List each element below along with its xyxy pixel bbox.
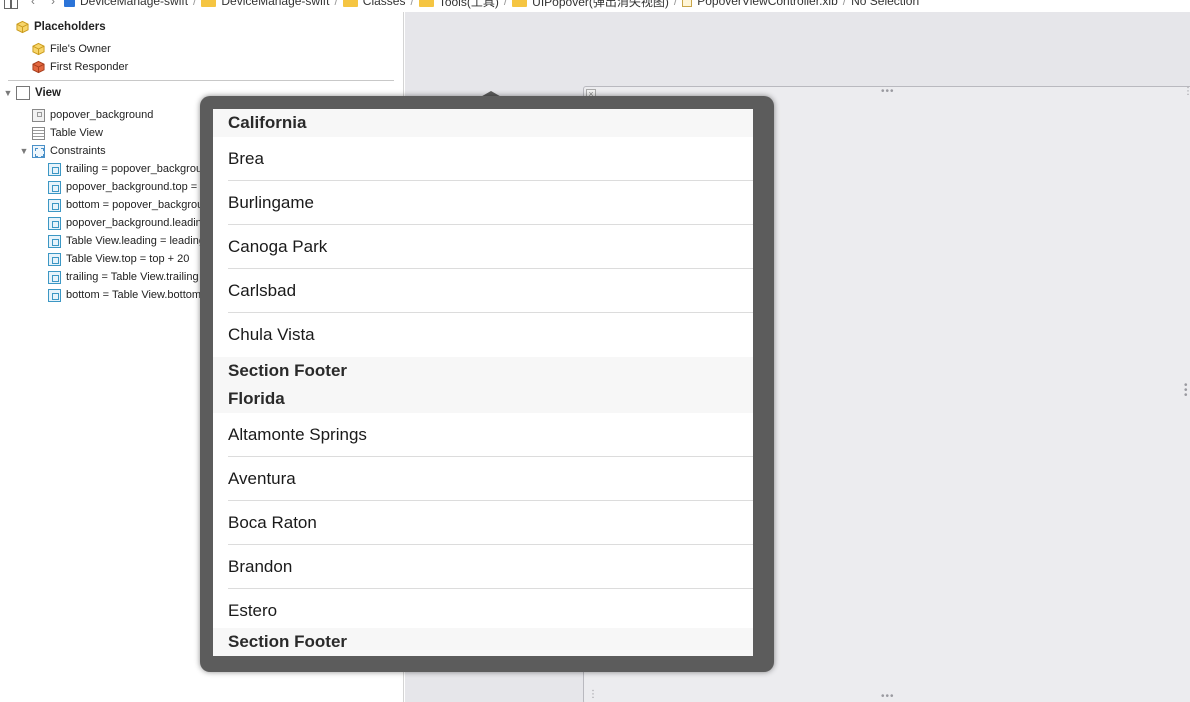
table-row[interactable]: Altamonte Springs xyxy=(213,413,753,457)
section-footer: Section Footer xyxy=(213,357,753,385)
outline-item-constraints[interactable]: ▼ Constraints xyxy=(19,142,106,160)
constraint-icon xyxy=(48,198,61,212)
outline-divider xyxy=(8,80,394,81)
table-row[interactable]: Boca Raton xyxy=(213,501,753,545)
placeholder-cube-icon xyxy=(16,20,29,34)
breadcrumb-separator: / xyxy=(193,0,197,8)
constraints-icon xyxy=(32,144,45,158)
disclosure-triangle-icon[interactable]: ▼ xyxy=(3,88,13,98)
back-arrow-icon[interactable]: ‹ xyxy=(31,0,35,8)
breadcrumb-item-group[interactable]: DeviceManage-swift xyxy=(201,0,329,8)
section-footer: Section Footer xyxy=(213,628,753,656)
xib-file-icon xyxy=(682,0,693,7)
breadcrumb-separator: / xyxy=(673,0,678,8)
resize-handle-right-icon[interactable]: • • • xyxy=(1184,381,1188,401)
breadcrumb-item-selection[interactable]: No Selection xyxy=(851,0,919,8)
jump-bar: ‹ › DeviceManage-swift / DeviceManage-sw… xyxy=(0,0,1190,12)
image-view-icon xyxy=(32,108,45,122)
section-header: Florida xyxy=(213,385,753,413)
table-row[interactable]: Brandon xyxy=(213,545,753,589)
constraint-icon xyxy=(48,162,61,176)
related-items-icon[interactable] xyxy=(4,0,18,9)
breadcrumb-item-uipopover[interactable]: UIPopover(弹出消失视图) xyxy=(512,0,669,10)
table-row[interactable]: Estero xyxy=(213,589,753,633)
breadcrumb-separator: / xyxy=(334,0,338,8)
outline-item-files-owner[interactable]: File's Owner xyxy=(32,40,111,58)
view-icon xyxy=(16,86,30,100)
breadcrumb-item-tools[interactable]: Tools(工具) xyxy=(418,0,499,10)
table-view-icon xyxy=(32,126,45,140)
constraint-icon xyxy=(48,216,61,230)
outline-item-first-responder[interactable]: First Responder xyxy=(32,58,128,76)
breadcrumb-item-classes[interactable]: Classes xyxy=(342,0,405,8)
folder-icon xyxy=(512,0,528,7)
files-owner-cube-icon xyxy=(32,42,45,56)
table-row[interactable]: Brea xyxy=(213,137,753,181)
outline-constraint-item[interactable]: popover_background.top = top xyxy=(48,178,216,196)
breadcrumb-separator: / xyxy=(410,0,414,8)
outline-constraint-item[interactable]: Table View.top = top + 20 xyxy=(48,250,189,268)
outline-item-table-view[interactable]: Table View xyxy=(32,124,103,142)
constraint-icon xyxy=(48,252,61,266)
breadcrumb-separator: / xyxy=(842,0,847,8)
project-icon xyxy=(64,0,75,7)
folder-icon xyxy=(342,0,358,7)
breadcrumb-item-file[interactable]: PopoverViewController.xib xyxy=(682,0,838,8)
constraint-icon xyxy=(48,288,61,302)
folder-icon xyxy=(201,0,217,7)
resize-handle-corner-icon[interactable]: ⋮ xyxy=(588,690,599,700)
outline-placeholders-header[interactable]: Placeholders xyxy=(16,18,106,36)
resize-handle-corner-icon[interactable]: ⋮ xyxy=(1183,87,1190,97)
resize-handle-bottom-icon[interactable]: ••• xyxy=(881,692,895,702)
table-row[interactable]: Aventura xyxy=(213,457,753,501)
forward-arrow-icon[interactable]: › xyxy=(51,0,55,8)
constraint-icon xyxy=(48,234,61,248)
table-row[interactable]: Canoga Park xyxy=(213,225,753,269)
table-view[interactable]: California Brea Burlingame Canoga Park C… xyxy=(213,109,753,656)
breadcrumb-separator: / xyxy=(503,0,508,8)
folder-icon xyxy=(418,0,434,7)
section-header: California xyxy=(213,109,753,137)
table-row[interactable]: Burlingame xyxy=(213,181,753,225)
disclosure-triangle-icon[interactable]: ▼ xyxy=(19,146,29,156)
constraint-icon xyxy=(48,180,61,194)
breadcrumb-item-project[interactable]: DeviceManage-swift xyxy=(64,0,188,8)
outline-constraint-item[interactable]: trailing = Table View.trailing + 20 xyxy=(48,268,223,286)
table-row[interactable]: Carlsbad xyxy=(213,269,753,313)
outline-item-popover-background[interactable]: popover_background xyxy=(32,106,153,124)
outline-item-view[interactable]: ▼ View xyxy=(3,84,61,102)
first-responder-cube-icon xyxy=(32,60,45,74)
resize-handle-top-icon[interactable]: ••• xyxy=(881,87,895,97)
table-row[interactable]: Chula Vista xyxy=(213,313,753,357)
constraint-icon xyxy=(48,270,61,284)
